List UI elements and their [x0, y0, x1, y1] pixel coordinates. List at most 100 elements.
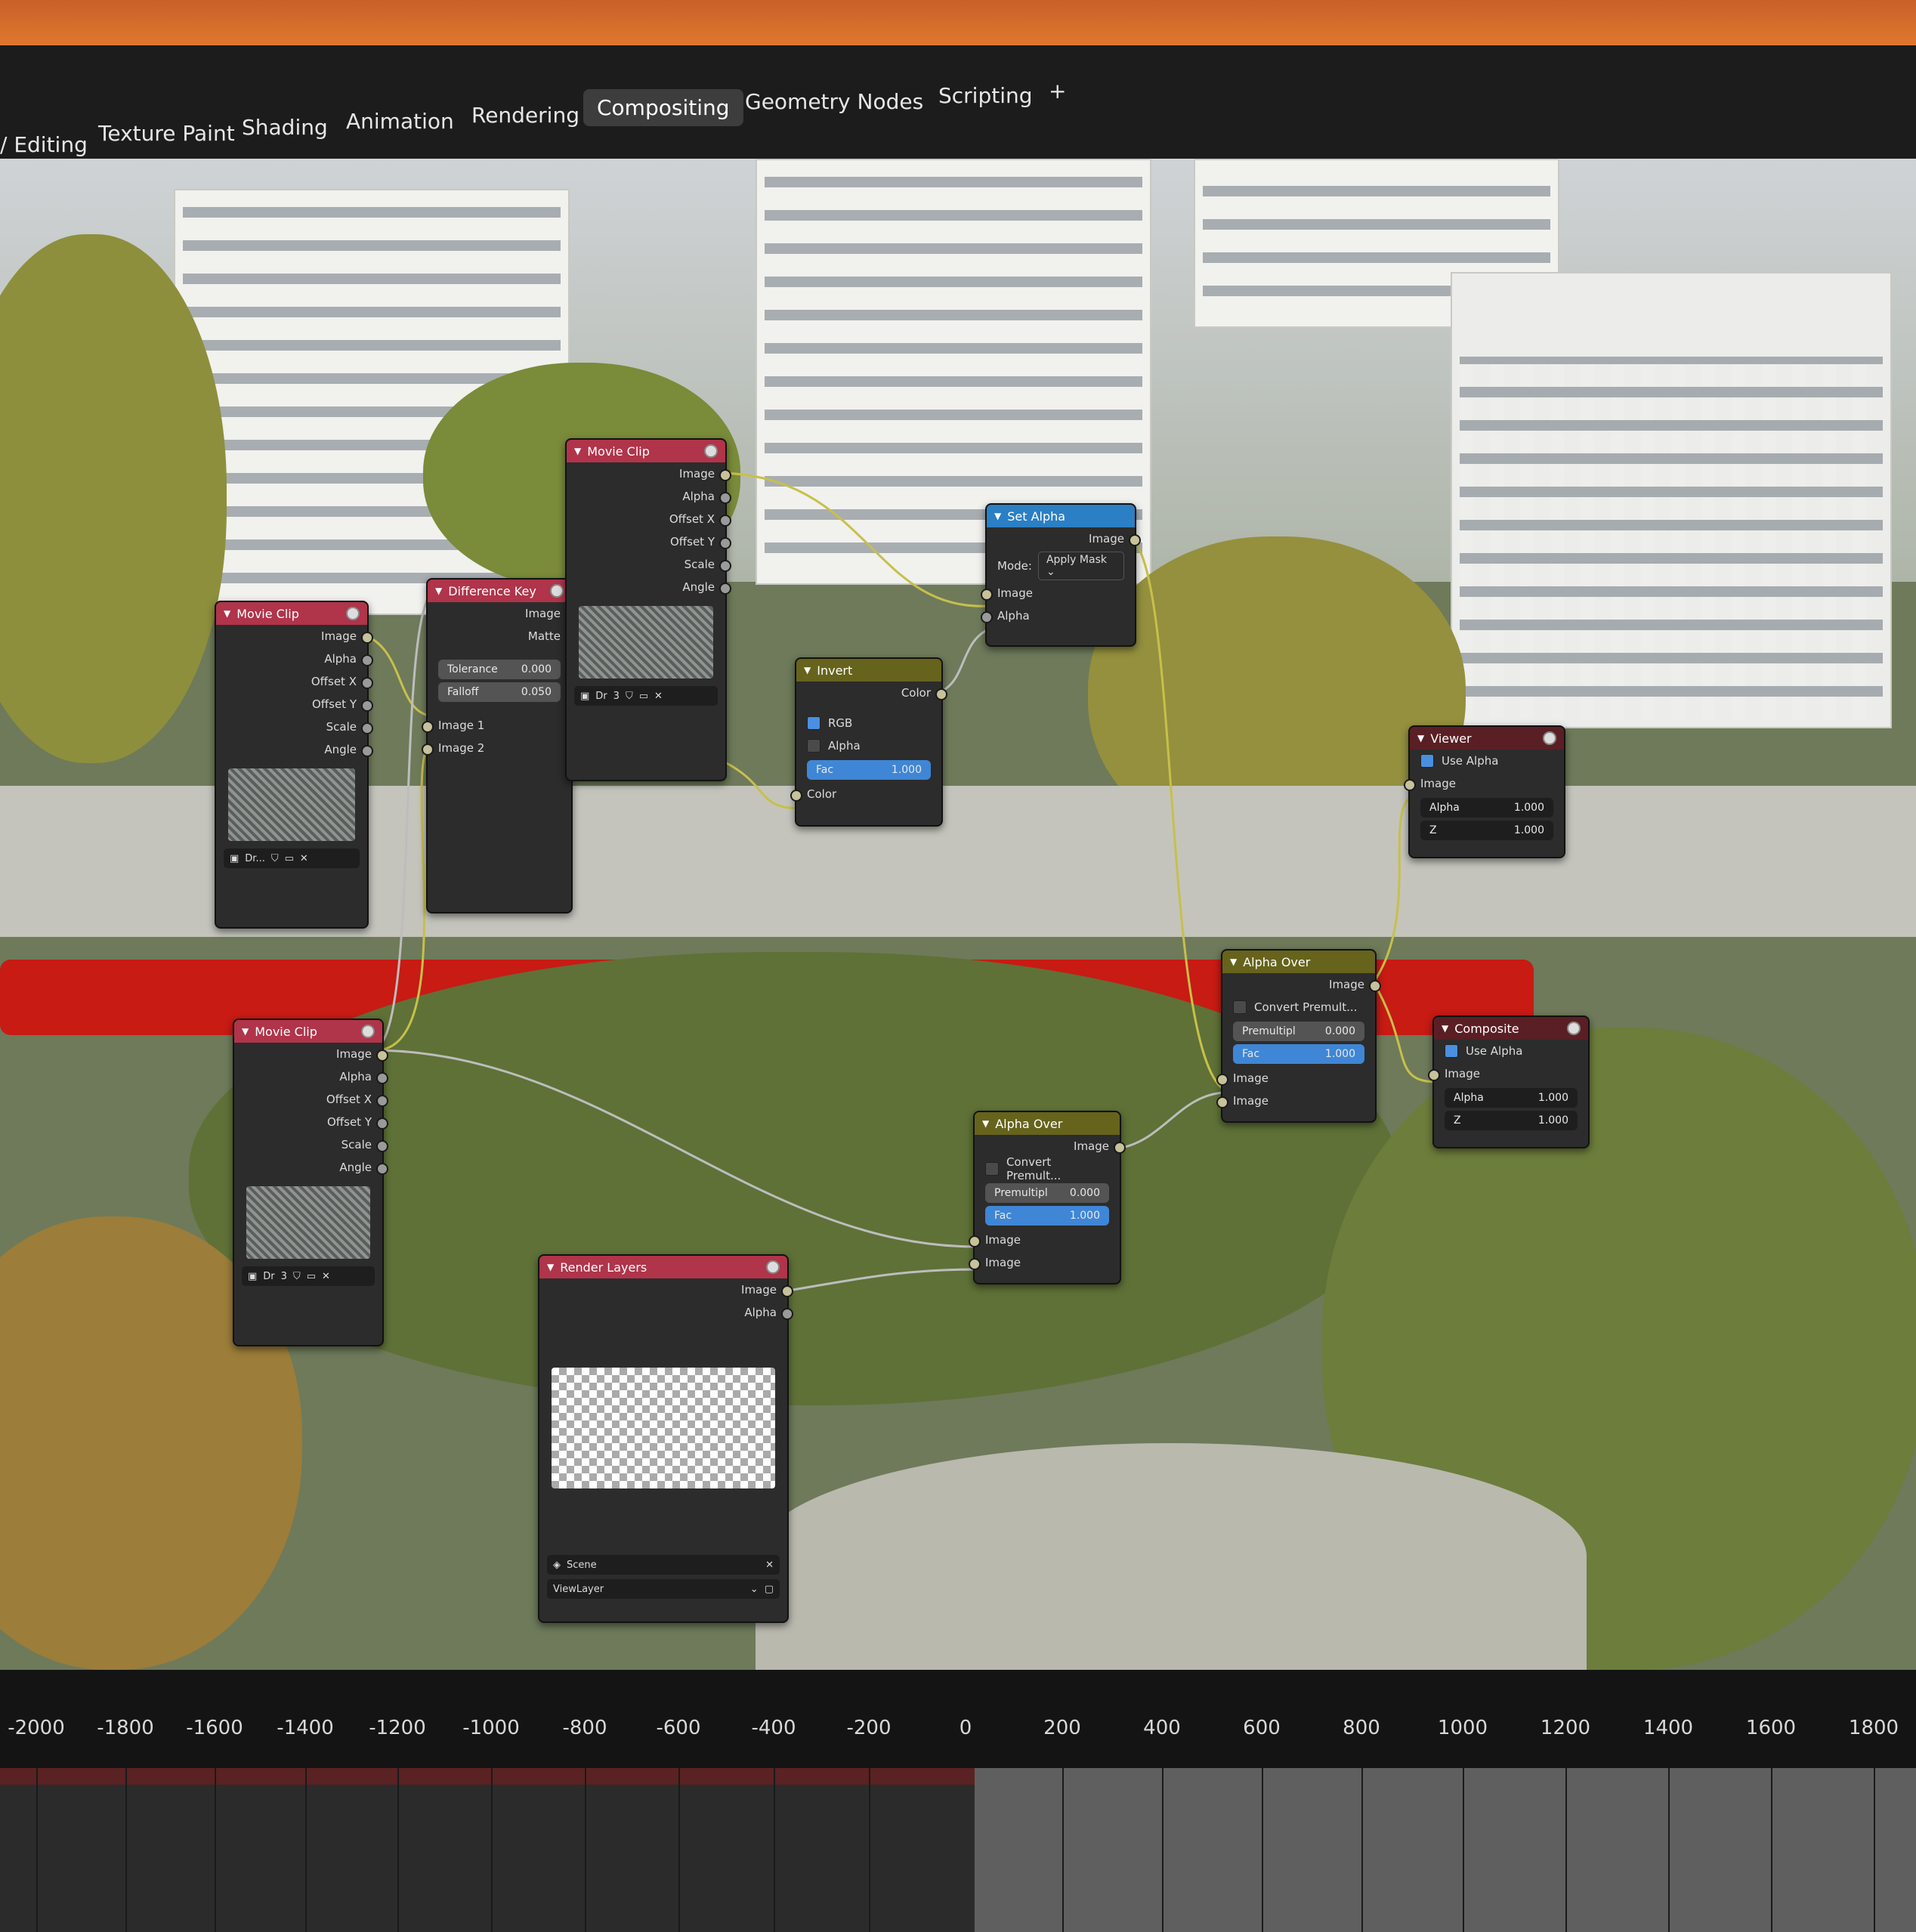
input-socket[interactable] — [1404, 779, 1416, 791]
output-socket[interactable] — [376, 1140, 388, 1152]
preview-toggle-icon[interactable] — [346, 607, 360, 620]
folder-icon[interactable]: ▭ — [285, 853, 294, 864]
convert-premul-checkbox[interactable] — [1233, 1000, 1247, 1014]
use-alpha-checkbox[interactable] — [1445, 1044, 1458, 1058]
output-socket[interactable] — [719, 492, 731, 504]
folder-icon[interactable]: ▭ — [307, 1271, 316, 1282]
node-header[interactable]: ▼ Alpha Over — [975, 1112, 1120, 1135]
output-socket[interactable] — [376, 1072, 388, 1084]
mode-dropdown[interactable]: Apply Mask ⌄ — [1037, 552, 1124, 580]
output-socket[interactable] — [361, 745, 373, 757]
movie-clip-node-2[interactable]: ▼ Movie Clip Image Alpha Offset X Offset… — [565, 438, 731, 781]
frame-ruler[interactable]: -2000 -1800 -1600 -1400 -1200 -1000 -800… — [0, 1670, 1916, 1768]
tolerance-field[interactable]: Tolerance 0.000 — [438, 660, 561, 679]
node-header[interactable]: ▼ Movie Clip — [216, 602, 367, 625]
input-socket[interactable] — [969, 1258, 981, 1270]
output-socket[interactable] — [719, 560, 731, 572]
tab-animation[interactable]: Animation — [346, 109, 454, 134]
fac-slider[interactable]: Fac 1.000 — [985, 1206, 1109, 1226]
tab-rendering[interactable]: Rendering — [471, 103, 579, 128]
output-socket[interactable] — [361, 677, 373, 689]
preview-toggle-icon[interactable] — [361, 1025, 375, 1038]
collapse-chevron-icon[interactable]: ▼ — [982, 1118, 989, 1129]
output-socket[interactable] — [376, 1163, 388, 1175]
scene-name[interactable]: Scene — [567, 1560, 597, 1571]
collapse-chevron-icon[interactable]: ▼ — [242, 1026, 249, 1037]
output-socket[interactable] — [361, 722, 373, 734]
rgb-checkbox-row[interactable]: RGB — [796, 712, 941, 734]
output-socket[interactable] — [719, 537, 731, 549]
input-socket[interactable] — [1216, 1074, 1228, 1086]
tab-scripting[interactable]: Scripting — [938, 83, 1033, 108]
collapse-chevron-icon[interactable]: ▼ — [547, 1262, 554, 1272]
clip-selector[interactable]: ▣ Dr 3 ⛉ ▭ ✕ — [574, 686, 718, 706]
fake-user-icon[interactable]: ⛉ — [626, 691, 633, 702]
alpha-over-node-1[interactable]: ▼ Alpha Over Image Convert Premult... Pr… — [1216, 949, 1381, 1123]
input-socket[interactable] — [1428, 1069, 1440, 1081]
collapse-chevron-icon[interactable]: ▼ — [435, 586, 442, 596]
use-alpha-row[interactable]: Use Alpha — [1410, 750, 1564, 772]
difference-key-node[interactable]: ▼ Difference Key Image Matte Tolerance 0.… — [422, 578, 577, 913]
output-socket[interactable] — [376, 1117, 388, 1130]
preview-toggle-icon[interactable] — [766, 1260, 780, 1274]
movie-clip-node-1[interactable]: ▼ Movie Clip Image Alpha Offset X Offset… — [215, 601, 373, 929]
premultiply-field[interactable]: Premultipl 0.000 — [985, 1183, 1109, 1203]
node-header[interactable]: ▼ Movie Clip — [234, 1020, 382, 1043]
node-header[interactable]: ▼ Composite — [1434, 1017, 1588, 1040]
use-alpha-row[interactable]: Use Alpha — [1434, 1040, 1588, 1062]
output-socket[interactable] — [1129, 534, 1141, 546]
node-editor[interactable]: ▼ Movie Clip Image Alpha Offset X Offset… — [0, 159, 1916, 1670]
preview-toggle-icon[interactable] — [704, 444, 718, 458]
node-header[interactable]: ▼ Invert — [796, 659, 941, 682]
clip-selector[interactable]: ▣ Dr 3 ⛉ ▭ ✕ — [242, 1266, 375, 1286]
tab-compositing[interactable]: Compositing — [583, 89, 743, 126]
output-socket[interactable] — [935, 688, 947, 700]
scene-selector[interactable]: ◈ Scene ✕ — [547, 1555, 780, 1575]
clip-name[interactable]: Dr — [595, 691, 607, 702]
collapse-chevron-icon[interactable]: ▼ — [1230, 957, 1237, 967]
convert-premul-row[interactable]: Convert Premult... — [1222, 996, 1375, 1019]
tab-geometry-nodes[interactable]: Geometry Nodes — [745, 89, 923, 114]
input-socket[interactable] — [981, 589, 993, 601]
input-socket[interactable] — [422, 743, 434, 756]
set-alpha-node[interactable]: ▼ Set Alpha Image Mode: Apply Mask ⌄ Imag… — [981, 503, 1141, 647]
z-field[interactable]: Z 1.000 — [1420, 821, 1553, 840]
fac-slider[interactable]: Fac 1.000 — [807, 760, 931, 780]
output-socket[interactable] — [719, 515, 731, 527]
input-socket[interactable] — [1216, 1096, 1228, 1108]
node-header[interactable]: ▼ Set Alpha — [987, 505, 1135, 527]
close-icon[interactable]: ✕ — [765, 1560, 774, 1571]
output-socket[interactable] — [719, 583, 731, 595]
input-socket[interactable] — [790, 790, 802, 802]
tab-uv-editing[interactable]: / Editing — [0, 132, 88, 157]
fake-user-icon[interactable]: ⛉ — [271, 853, 279, 864]
collapse-chevron-icon[interactable]: ▼ — [1417, 733, 1424, 743]
add-workspace-button[interactable]: + — [1049, 79, 1066, 104]
collapse-chevron-icon[interactable]: ▼ — [574, 446, 581, 456]
node-header[interactable]: ▼ Movie Clip — [567, 440, 725, 462]
view-layer-selector[interactable]: ViewLayer ⌄ ▢ — [547, 1579, 780, 1599]
clip-name[interactable]: Dr... — [245, 853, 265, 864]
movie-clip-node-3[interactable]: ▼ Movie Clip Image Alpha Offset X Offset… — [233, 1019, 388, 1346]
alpha-over-node-2[interactable]: ▼ Alpha Over Image Convert Premult... Pr… — [969, 1111, 1126, 1284]
falloff-field[interactable]: Falloff 0.050 — [438, 682, 561, 702]
collapse-chevron-icon[interactable]: ▼ — [804, 665, 811, 675]
tab-shading[interactable]: Shading — [242, 115, 328, 140]
node-header[interactable]: ▼ Alpha Over — [1222, 951, 1375, 973]
close-icon[interactable]: ✕ — [300, 853, 308, 864]
output-socket[interactable] — [376, 1049, 388, 1062]
use-alpha-checkbox[interactable] — [1420, 754, 1434, 768]
convert-premul-checkbox[interactable] — [985, 1162, 999, 1176]
alpha-field[interactable]: Alpha 1.000 — [1420, 798, 1553, 818]
node-header[interactable]: ▼ Difference Key — [428, 580, 571, 602]
output-socket[interactable] — [376, 1095, 388, 1107]
alpha-checkbox-row[interactable]: Alpha — [796, 734, 941, 757]
collapse-chevron-icon[interactable]: ▼ — [224, 608, 230, 619]
output-socket[interactable] — [361, 700, 373, 712]
viewer-node[interactable]: ▼ Viewer Use Alpha Image Alpha 1.000 Z 1.0… — [1404, 725, 1565, 858]
view-layer-name[interactable]: ViewLayer — [553, 1584, 604, 1595]
input-socket[interactable] — [422, 721, 434, 733]
output-socket[interactable] — [1369, 980, 1381, 992]
rgb-checkbox[interactable] — [807, 716, 820, 730]
composite-node[interactable]: ▼ Composite Use Alpha Image Alpha 1.000 Z… — [1428, 1015, 1590, 1148]
